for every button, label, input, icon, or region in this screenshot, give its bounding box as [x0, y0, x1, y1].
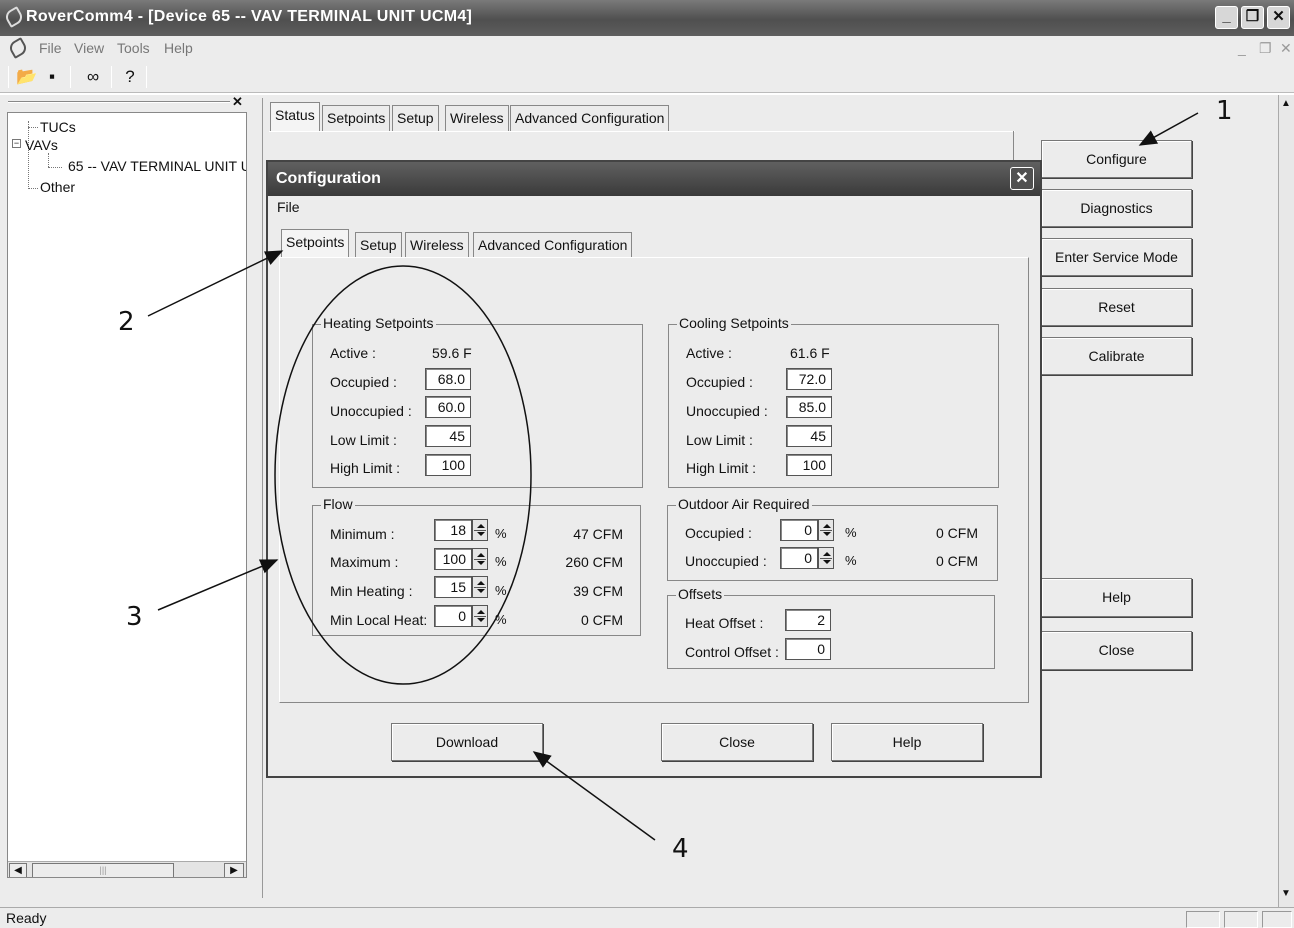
callout-1-arrow	[1138, 112, 1199, 146]
status-bar: Ready	[0, 907, 1294, 928]
highlight-ellipse	[274, 265, 532, 685]
callout-1: 1	[1216, 96, 1233, 126]
callout-2: 2	[118, 307, 135, 337]
status-text: Ready	[6, 910, 47, 926]
callout-2-arrow	[147, 250, 284, 317]
status-panel	[1262, 911, 1292, 928]
status-panel	[1186, 911, 1220, 928]
callout-3: 3	[126, 602, 143, 632]
callout-4: 4	[672, 834, 689, 864]
status-panel	[1224, 911, 1258, 928]
callout-3-arrow	[157, 559, 279, 611]
annotation-overlay	[147, 112, 1199, 841]
callout-4-arrow	[532, 751, 656, 841]
